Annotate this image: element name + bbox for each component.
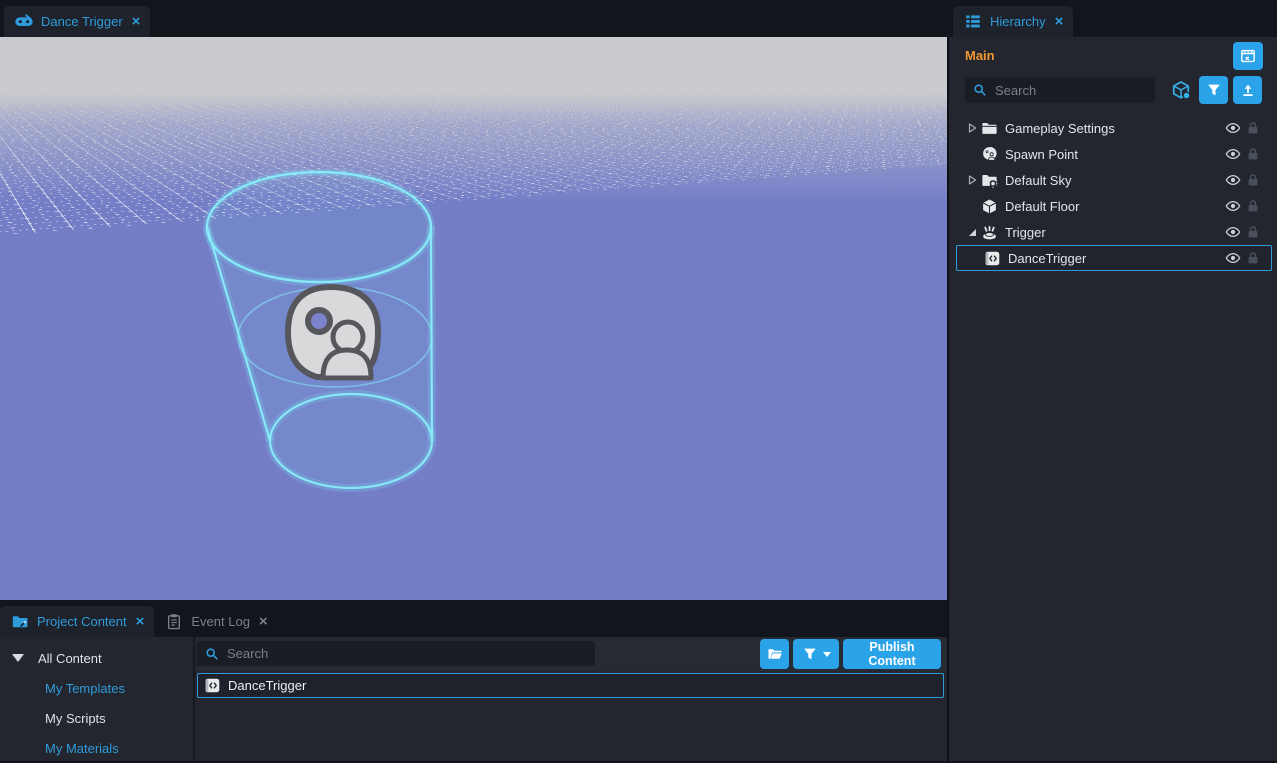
- tab-label: Dance Trigger: [41, 14, 123, 29]
- tab-project-content[interactable]: Project Content ×: [0, 606, 154, 637]
- visibility-eye-icon[interactable]: [1223, 146, 1243, 162]
- close-icon[interactable]: ×: [1055, 14, 1064, 29]
- hierarchy-row-dancetrigger[interactable]: DanceTrigger: [956, 245, 1272, 271]
- project-folder-icon: [10, 613, 30, 630]
- hierarchy-row-gameplay-settings[interactable]: Gameplay Settings: [956, 115, 1272, 141]
- project-content-panel: Project Content × Event Log × All Conten…: [0, 600, 947, 761]
- bottom-tabbar: Project Content × Event Log ×: [0, 600, 947, 637]
- viewport-3d[interactable]: Z X Y: [0, 37, 947, 600]
- item-label: DanceTrigger: [228, 678, 306, 693]
- visibility-eye-icon[interactable]: [1223, 120, 1243, 136]
- hierarchy-panel: Hierarchy × Main Gameplay Settings Spawn …: [947, 0, 1277, 761]
- hierarchy-icon: [963, 13, 983, 30]
- folder-open-icon: [767, 646, 783, 662]
- close-icon[interactable]: ×: [259, 614, 268, 629]
- sidebar-item-my-materials[interactable]: My Materials: [0, 733, 193, 763]
- sidebar-item-my-templates[interactable]: My Templates: [0, 673, 193, 703]
- publish-content-button[interactable]: Publish Content: [843, 639, 941, 669]
- sidebar-item-label: All Content: [38, 651, 102, 666]
- folder-icon: [981, 120, 998, 137]
- collapse-arrow-icon[interactable]: [12, 654, 24, 662]
- script-icon: [984, 250, 1001, 267]
- visibility-eye-icon[interactable]: [1223, 198, 1243, 214]
- expand-arrow-icon[interactable]: [966, 122, 981, 134]
- lock-icon[interactable]: [1243, 146, 1263, 162]
- hierarchy-row-trigger[interactable]: Trigger: [956, 219, 1272, 245]
- visibility-eye-icon[interactable]: [1223, 172, 1243, 188]
- sidebar-item-label: My Materials: [45, 741, 119, 756]
- lock-icon[interactable]: [1243, 198, 1263, 214]
- main-tabbar: Dance Trigger ×: [0, 0, 947, 37]
- hierarchy-tabbar: Hierarchy ×: [947, 0, 1277, 37]
- hierarchy-row-default-floor[interactable]: Default Floor: [956, 193, 1272, 219]
- search-input[interactable]: [993, 82, 1147, 99]
- trigger-icon: [981, 224, 998, 241]
- item-label: Default Floor: [1005, 199, 1223, 214]
- upload-icon: [1240, 82, 1256, 98]
- chevron-down-icon: [823, 652, 831, 657]
- hierarchy-search[interactable]: [965, 77, 1155, 103]
- sky-folder-icon: [981, 172, 998, 189]
- content-list-area: Publish Content DanceTrigger: [197, 637, 947, 761]
- search-icon: [973, 83, 987, 97]
- close-icon[interactable]: ×: [132, 14, 141, 29]
- search-input[interactable]: [225, 645, 587, 662]
- expander-spacer: [966, 148, 981, 160]
- tab-label: Hierarchy: [990, 14, 1046, 29]
- tab-label: Project Content: [37, 614, 127, 629]
- tab-hierarchy[interactable]: Hierarchy ×: [953, 6, 1073, 37]
- item-label: DanceTrigger: [1008, 251, 1223, 266]
- content-item-dancetrigger[interactable]: DanceTrigger: [197, 673, 944, 698]
- filter-icon: [1206, 82, 1222, 98]
- expand-arrow-icon[interactable]: [966, 174, 981, 186]
- expander-spacer: [966, 200, 981, 212]
- sidebar-item-label: My Scripts: [45, 711, 106, 726]
- editor-left-column: Dance Trigger ×: [0, 0, 947, 761]
- script-icon: [204, 677, 221, 694]
- hierarchy-row-spawn-point[interactable]: Spawn Point: [956, 141, 1272, 167]
- open-folder-button[interactable]: [760, 639, 789, 669]
- tab-dance-trigger[interactable]: Dance Trigger ×: [4, 6, 150, 37]
- lock-icon[interactable]: [1243, 172, 1263, 188]
- search-icon: [205, 647, 219, 661]
- spawn-point-icon: [981, 146, 998, 163]
- visibility-eye-icon[interactable]: [1223, 250, 1243, 266]
- horizon-haze: [0, 37, 947, 202]
- lock-icon[interactable]: [1243, 250, 1263, 266]
- scene-section-label: Main: [965, 48, 995, 63]
- scene-settings-button[interactable]: [1233, 42, 1263, 70]
- gamepad-icon: [14, 13, 34, 30]
- visibility-eye-icon[interactable]: [1223, 224, 1243, 240]
- hierarchy-tree: Gameplay Settings Spawn Point Default Sky D…: [949, 115, 1277, 271]
- scene-icon: [1240, 48, 1256, 64]
- networked-cube-icon[interactable]: [1171, 80, 1191, 100]
- sidebar-item-my-scripts[interactable]: My Scripts: [0, 703, 193, 733]
- close-icon[interactable]: ×: [136, 614, 145, 629]
- update-import-button[interactable]: [1233, 76, 1262, 104]
- hierarchy-row-default-sky[interactable]: Default Sky: [956, 167, 1272, 193]
- collapse-arrow-icon[interactable]: [966, 226, 981, 238]
- cube-icon: [981, 198, 998, 215]
- tab-event-log[interactable]: Event Log ×: [154, 606, 277, 637]
- sidebar-item-all-content[interactable]: All Content: [0, 643, 193, 673]
- sidebar-item-label: My Templates: [45, 681, 125, 696]
- filter-icon: [802, 646, 818, 662]
- hierarchy-filter-button[interactable]: [1199, 76, 1228, 104]
- content-items: DanceTrigger: [197, 673, 944, 698]
- clipboard-icon: [164, 613, 184, 630]
- tab-label: Event Log: [191, 614, 250, 629]
- item-label: Trigger: [1005, 225, 1223, 240]
- item-label: Default Sky: [1005, 173, 1223, 188]
- content-search[interactable]: [197, 641, 595, 666]
- lock-icon[interactable]: [1243, 120, 1263, 136]
- item-label: Spawn Point: [1005, 147, 1223, 162]
- item-label: Gameplay Settings: [1005, 121, 1223, 136]
- content-filter-button[interactable]: [793, 639, 839, 669]
- content-category-sidebar: All Content My Templates My Scripts My Mate…: [0, 637, 195, 761]
- lock-icon[interactable]: [1243, 224, 1263, 240]
